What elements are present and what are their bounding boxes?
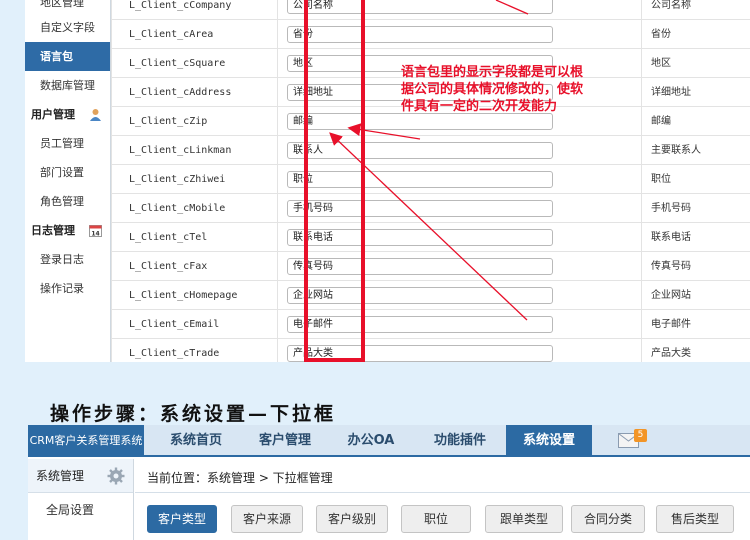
step-title: 操作步骤：系统设置—下拉框: [50, 403, 337, 425]
nav-tab[interactable]: 功能插件: [414, 425, 506, 457]
mail-count-badge: 5: [634, 429, 647, 442]
system-settings-app: CRM客户关系管理系统 系统首页 客户管理 办公OA 功能插件 系统设置 5 系统管理 …: [28, 425, 750, 540]
breadcrumb: 当前位置：系统管理 > 下拉框管理: [147, 471, 333, 485]
dropdown-type-button[interactable]: 售后类型: [656, 505, 734, 533]
nav-tab[interactable]: 系统首页: [150, 425, 242, 457]
nav-tab[interactable]: 办公OA: [328, 425, 414, 457]
sidebar-title: 系统管理: [28, 459, 133, 493]
arrow-to-zip: [347, 123, 421, 140]
dropdown-type-button[interactable]: 职位: [401, 505, 471, 533]
main-content: 当前位置：系统管理 > 下拉框管理 客户类型 客户来源 客户级别 职位 跟单类型 合同分类…: [135, 459, 750, 540]
annotation-arrows: [329, 0, 529, 321]
nav-tab[interactable]: 系统设置: [506, 425, 592, 457]
sidebar-items: 全局设置: [28, 493, 133, 527]
top-nav: CRM客户关系管理系统 系统首页 客户管理 办公OA 功能插件 系统设置 5: [28, 425, 750, 457]
sidebar-item[interactable]: 全局设置: [28, 493, 133, 527]
app-brand: CRM客户关系管理系统: [28, 425, 144, 457]
arrow-to-field: [329, 132, 528, 321]
sidebar-title-label: 系统管理: [36, 469, 85, 483]
dropdown-type-button[interactable]: 客户级别: [316, 505, 388, 533]
arrow-line-top: [495, 0, 529, 15]
system-sidebar: 系统管理 全局设置: [28, 459, 134, 540]
dropdown-type-button[interactable]: 客户类型: [147, 505, 217, 533]
dropdown-type-button[interactable]: 客户来源: [231, 505, 303, 533]
gear-icon: [107, 467, 125, 485]
divider: [135, 492, 750, 493]
dropdown-type-button[interactable]: 合同分类: [571, 505, 645, 533]
dropdown-type-button[interactable]: 跟单类型: [485, 505, 563, 533]
nav-tab[interactable]: 客户管理: [242, 425, 328, 457]
